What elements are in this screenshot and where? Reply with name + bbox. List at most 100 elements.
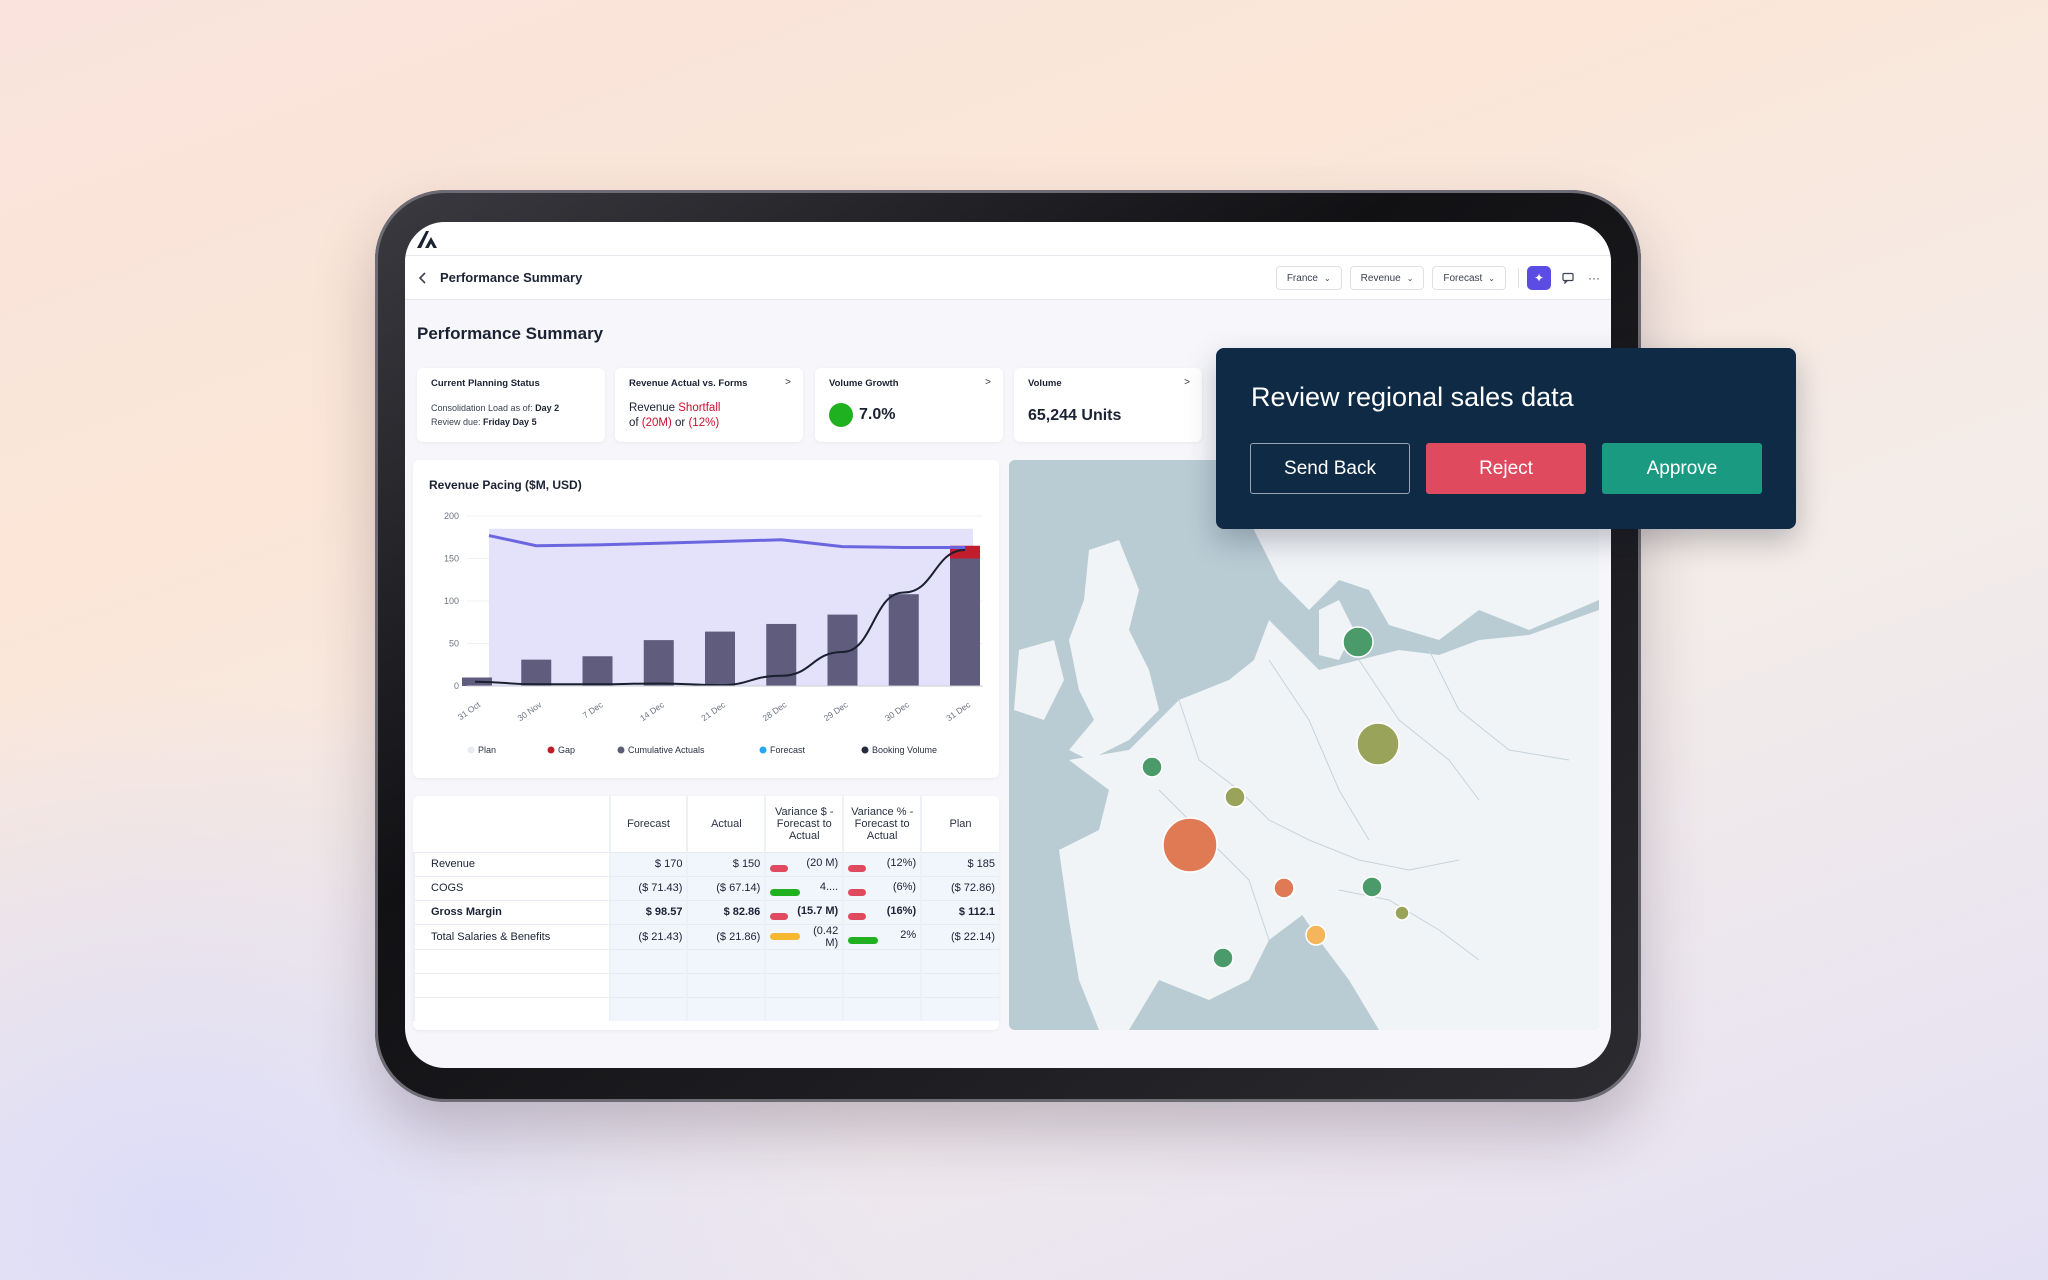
table-header[interactable]: Actual: [686, 796, 766, 852]
kpi-shortfall-amount: (20M): [641, 417, 672, 429]
france-south-marker[interactable]: [1212, 947, 1234, 969]
variance-indicator: [770, 864, 789, 872]
table-row[interactable]: Total Salaries & Benefits ($ 21.43) ($ 21.…: [413, 923, 999, 949]
table-row[interactable]: Gross Margin $ 98.57 $ 82.86 (15.7 M) (16%) $…: [413, 899, 999, 924]
y-tick-label: 100: [444, 596, 459, 606]
x-tick-label: 31 Dec: [944, 699, 972, 723]
legend-label: Plan: [478, 745, 496, 755]
variance-indicator: [848, 864, 867, 872]
review-title: Review regional sales data: [1251, 382, 1574, 412]
cell-value: 4....: [819, 880, 839, 893]
switzerland-marker[interactable]: [1273, 877, 1295, 899]
cell-value: $ 185: [967, 858, 995, 870]
row-label: COGS: [413, 875, 610, 900]
uk-marker[interactable]: [1141, 756, 1163, 778]
country-filter-dropdown[interactable]: France ⌄: [1275, 266, 1342, 290]
row-label: Revenue: [413, 851, 610, 876]
denmark-marker[interactable]: [1342, 626, 1374, 658]
table-row[interactable]: Revenue $ 170 $ 150 (20 M) (12%) $ 185: [413, 851, 999, 876]
kpi-value-row: 7.0%: [829, 403, 989, 427]
row-label: Total Salaries & Benefits: [413, 923, 610, 949]
france-marker[interactable]: [1162, 817, 1218, 873]
actual-cell: ($ 21.86): [686, 923, 766, 949]
sparkle-icon: ✦: [1533, 271, 1545, 285]
revenue-pacing-chart-card: Revenue Pacing ($M, USD) 0 50 100 150 200 31 …: [413, 460, 999, 778]
italy-north-marker[interactable]: [1305, 924, 1327, 946]
cell-value: (6%): [892, 880, 917, 893]
cell-value: $ 98.57: [645, 906, 683, 918]
send-back-button[interactable]: Send Back: [1250, 443, 1410, 494]
table-header[interactable]: Plan: [920, 796, 999, 852]
kpi-card-planning-status[interactable]: Current Planning Status Consolidation Lo…: [417, 368, 605, 442]
reject-button[interactable]: Reject: [1426, 443, 1586, 494]
germany-east-marker[interactable]: [1356, 722, 1400, 766]
chevron-right-icon[interactable]: >: [985, 377, 991, 388]
chevron-down-icon: ⌄: [1488, 273, 1495, 283]
variance-percent-cell: 2%: [842, 923, 922, 949]
table-header[interactable]: Variance % - Forecast to Actual: [842, 796, 922, 852]
y-tick-label: 0: [454, 681, 459, 691]
actual-cell: ($ 67.14): [686, 875, 766, 900]
chevron-down-icon: ⌄: [1323, 273, 1331, 283]
regional-map[interactable]: [1009, 460, 1599, 1030]
kpi-value: 65,244 Units: [1028, 407, 1122, 424]
slovenia-marker[interactable]: [1394, 905, 1410, 921]
plan-cell: ($ 22.14): [920, 923, 999, 949]
back-arrow-icon[interactable]: [413, 268, 433, 288]
x-tick-label: 30 Nov: [516, 699, 544, 723]
row-label: Gross Margin: [413, 899, 610, 924]
cell-value: (15.7 M): [797, 904, 839, 917]
empty-cell: [920, 972, 999, 997]
empty-cell: [413, 996, 610, 1021]
ai-sparkle-button[interactable]: ✦: [1527, 266, 1551, 290]
austria-marker[interactable]: [1361, 876, 1383, 898]
approve-button[interactable]: Approve: [1602, 443, 1762, 494]
x-tick-label: 21 Dec: [699, 699, 727, 723]
variance-percent-cell: (16%): [842, 899, 922, 924]
variance-amount-cell: (15.7 M): [764, 899, 844, 924]
kpi-card-revenue-vs-forms[interactable]: Revenue Actual vs. Forms > Revenue Short…: [615, 368, 803, 442]
scenario-filter-dropdown[interactable]: Forecast ⌄: [1432, 266, 1506, 290]
x-tick-label: 29 Dec: [822, 699, 850, 723]
booking-volume-bar: [582, 656, 613, 686]
kpi-card-volume-growth[interactable]: Volume Growth > 7.0%: [815, 368, 1003, 442]
more-options-icon[interactable]: ···: [1585, 269, 1603, 287]
belgium-marker[interactable]: [1224, 786, 1246, 808]
review-dialog: Review regional sales data Send Back Rej…: [1216, 348, 1796, 529]
empty-cell: [842, 996, 922, 1021]
comment-icon[interactable]: [1559, 269, 1577, 287]
booking-volume-bar: [521, 659, 552, 686]
cell-value: $ 112.1: [958, 906, 995, 918]
y-tick-label: 200: [444, 511, 459, 521]
table-row[interactable]: COGS ($ 71.43) ($ 67.14) 4.... (6%) ($ 72.86): [413, 875, 999, 900]
kpi-shortfall-text: Shortfall: [678, 402, 721, 414]
table-header[interactable]: Variance $ - Forecast to Actual: [764, 796, 844, 852]
cell-value: Gross Margin: [431, 906, 502, 918]
toolbar-divider: [1518, 268, 1519, 288]
metric-filter-dropdown[interactable]: Revenue ⌄: [1349, 266, 1425, 290]
kpi-shortfall-percent: (12%): [688, 417, 720, 429]
variance-indicator: [770, 888, 801, 896]
variance-amount-cell: (0.42 M): [764, 923, 844, 949]
actual-cell: $ 82.86: [686, 899, 766, 924]
cell-value: ($ 72.86): [950, 882, 995, 894]
forecast-cell: ($ 71.43): [608, 875, 688, 900]
chevron-right-icon[interactable]: >: [1184, 377, 1190, 388]
kpi-line-value: Friday Day 5: [483, 417, 537, 427]
forecast-cell: $ 98.57: [608, 899, 688, 924]
kpi-card-volume[interactable]: Volume > 65,244 Units: [1014, 368, 1202, 442]
chevron-right-icon[interactable]: >: [785, 377, 791, 388]
kpi-title: Volume: [1028, 378, 1062, 389]
cell-value: $ 82.86: [723, 906, 761, 918]
kpi-value-row: 65,244 Units: [1028, 407, 1188, 425]
table-header[interactable]: Forecast: [608, 796, 688, 852]
app-logo-icon[interactable]: [415, 228, 439, 250]
kpi-line-value: Day 2: [535, 403, 560, 413]
cell-value: ($ 21.86): [716, 930, 761, 943]
metric-filter-label: Revenue: [1360, 272, 1401, 284]
empty-cell: [764, 996, 844, 1021]
legend-swatch: [617, 746, 625, 754]
empty-cell: [686, 948, 766, 973]
variance-percent-cell: (12%): [842, 851, 922, 876]
empty-cell: [608, 948, 688, 973]
